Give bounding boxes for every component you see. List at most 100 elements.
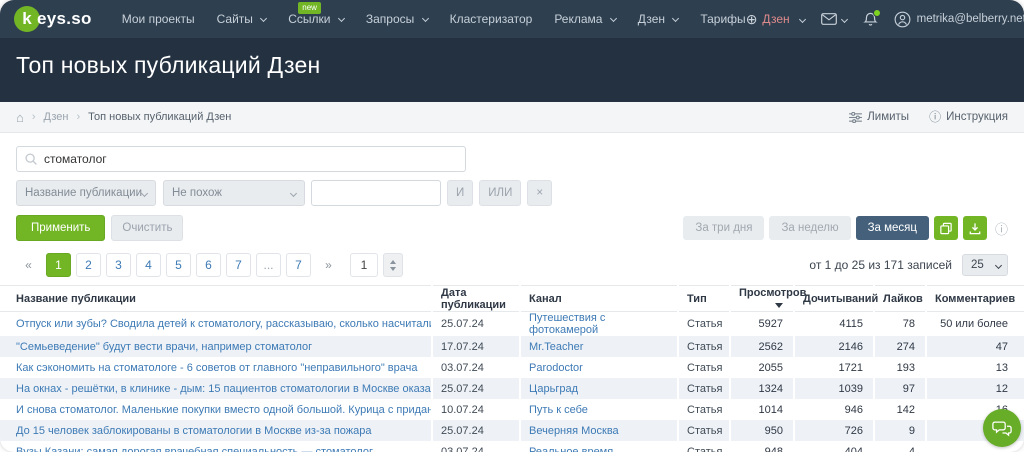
home-icon[interactable]: ⌂ bbox=[16, 110, 24, 125]
page-jump-input[interactable] bbox=[350, 253, 378, 277]
publication-link[interactable]: На окнах - решётки, в клинике - дым: 15 … bbox=[16, 383, 432, 395]
column-comments[interactable]: Комментариев bbox=[926, 286, 1024, 312]
publication-link[interactable]: "Семьеведение" будут вести врачи, наприм… bbox=[16, 341, 312, 353]
publication-date: 10.07.24 bbox=[432, 399, 520, 420]
publication-date: 03.07.24 bbox=[432, 357, 520, 378]
table-row: Отпуск или зубы? Сводила детей к стомато… bbox=[0, 312, 1024, 337]
likes-value: 193 bbox=[874, 357, 926, 378]
menu-item[interactable]: Дзен bbox=[638, 12, 679, 26]
filter-condition-select[interactable]: Не похож bbox=[163, 180, 305, 206]
page-button[interactable]: 7 bbox=[226, 253, 251, 277]
channel-link[interactable]: Путь к себе bbox=[529, 404, 588, 416]
records-summary: от 1 до 25 из 171 записей bbox=[809, 258, 952, 272]
chat-button[interactable] bbox=[983, 409, 1021, 447]
likes-value: 4 bbox=[874, 441, 926, 452]
page-button[interactable]: 6 bbox=[196, 253, 221, 277]
views-value: 1014 bbox=[730, 399, 794, 420]
publication-link[interactable]: И снова стоматолог. Маленькие покупки вм… bbox=[16, 404, 432, 416]
publication-link[interactable]: Вузы Казани: самая дорогая врачебная спе… bbox=[16, 446, 373, 452]
clear-button[interactable]: Очистить bbox=[111, 215, 183, 241]
logo[interactable]: k eys.so bbox=[14, 6, 92, 32]
publication-link[interactable]: Как сэкономить на стоматологе - 6 совето… bbox=[16, 362, 417, 374]
column-views[interactable]: Просмотров bbox=[730, 286, 794, 312]
views-value: 5927 bbox=[730, 312, 794, 337]
chevron-down-icon bbox=[610, 15, 617, 22]
and-button[interactable]: И bbox=[447, 180, 473, 206]
page-button[interactable]: 7 bbox=[286, 253, 311, 277]
publication-link[interactable]: Отпуск или зубы? Сводила детей к стомато… bbox=[16, 318, 432, 330]
download-button[interactable] bbox=[963, 216, 987, 240]
menu-item[interactable]: Запросы bbox=[366, 12, 428, 26]
mail-menu-button[interactable] bbox=[821, 13, 847, 25]
comments-value: 50 или более bbox=[926, 312, 1024, 337]
reads-value: 404 bbox=[794, 441, 874, 452]
filter-field-value: Название публикации bbox=[25, 187, 142, 199]
page-title: Топ новых публикаций Дзен bbox=[16, 52, 1008, 79]
user-icon bbox=[894, 11, 911, 28]
page-button[interactable]: ... bbox=[256, 253, 281, 277]
account-menu[interactable]: metrika@belberry.net bbox=[894, 11, 1024, 28]
views-value: 950 bbox=[730, 420, 794, 441]
channel-link[interactable]: Mr.Teacher bbox=[529, 341, 583, 353]
menu-item[interactable]: new Ссылки bbox=[288, 12, 344, 26]
stepper-up-icon[interactable] bbox=[390, 260, 396, 264]
limits-link[interactable]: Лимиты bbox=[849, 111, 909, 123]
breadcrumb-dzen[interactable]: Дзен bbox=[44, 111, 69, 123]
page-button[interactable]: 2 bbox=[76, 253, 101, 277]
channel-link[interactable]: Путешествия с фотокамерой bbox=[529, 312, 605, 336]
publication-type: Статья bbox=[678, 378, 730, 399]
per-page-select[interactable]: 25 bbox=[962, 254, 1008, 276]
breadcrumb: ⌂ › Дзен › Топ новых публикаций Дзен bbox=[16, 110, 231, 125]
remove-filter-button[interactable]: × bbox=[527, 180, 552, 206]
info-icon[interactable]: ⓘ bbox=[995, 219, 1008, 238]
menu-item-label: Сайты bbox=[217, 12, 253, 26]
notifications-button[interactable] bbox=[863, 12, 878, 27]
search-input[interactable] bbox=[16, 146, 466, 172]
channel-link[interactable]: Реальное время bbox=[529, 446, 613, 452]
period-button[interactable]: За месяц bbox=[856, 216, 929, 240]
instruction-link[interactable]: ⓘ Инструкция bbox=[929, 111, 1008, 123]
channel-link[interactable]: Вечерняя Москва bbox=[529, 425, 619, 437]
menu-item[interactable]: Кластеризатор bbox=[450, 12, 533, 26]
column-date[interactable]: Дата публикации bbox=[432, 286, 520, 312]
copy-button[interactable] bbox=[934, 216, 958, 240]
breadcrumb-separator: › bbox=[32, 111, 36, 123]
column-title[interactable]: Название публикации bbox=[0, 286, 432, 312]
logo-text: eys.so bbox=[37, 9, 92, 29]
likes-value: 142 bbox=[874, 399, 926, 420]
or-button[interactable]: ИЛИ bbox=[479, 180, 521, 206]
filter-field-select[interactable]: Название публикации bbox=[16, 180, 156, 206]
menu-item[interactable]: Сайты bbox=[217, 12, 267, 26]
search-icon bbox=[24, 152, 38, 166]
page-button[interactable]: 5 bbox=[166, 253, 191, 277]
filter-value-input[interactable] bbox=[311, 180, 441, 206]
stepper-down-icon[interactable] bbox=[390, 267, 396, 271]
comments-value: 47 bbox=[926, 336, 1024, 357]
channel-link[interactable]: Parodoctor bbox=[529, 362, 583, 374]
project-selector[interactable]: ⊕ Дзен bbox=[746, 12, 805, 26]
page-button[interactable]: 4 bbox=[136, 253, 161, 277]
column-likes[interactable]: Лайков bbox=[874, 286, 926, 312]
menu-item[interactable]: Мои проекты bbox=[122, 12, 195, 26]
page-button[interactable]: 1 bbox=[46, 253, 71, 277]
period-button[interactable]: За три дня bbox=[683, 216, 764, 240]
column-channel[interactable]: Канал bbox=[520, 286, 678, 312]
page-stepper[interactable] bbox=[383, 253, 403, 277]
table-header-row: Название публикации Дата публикации Кана… bbox=[0, 286, 1024, 312]
column-type[interactable]: Тип bbox=[678, 286, 730, 312]
publication-link[interactable]: До 15 человек заблокированы в стоматолог… bbox=[16, 425, 372, 437]
channel-link[interactable]: Царьград bbox=[529, 383, 578, 395]
page-button[interactable]: » bbox=[316, 253, 341, 277]
menu-item[interactable]: Реклама bbox=[554, 12, 615, 26]
period-button[interactable]: За неделю bbox=[769, 216, 850, 240]
filter-row: Название публикации Не похож И ИЛИ × bbox=[16, 180, 1008, 206]
chevron-down-icon bbox=[338, 15, 345, 22]
download-icon bbox=[969, 222, 981, 235]
apply-button[interactable]: Применить bbox=[16, 215, 105, 241]
reads-value: 4115 bbox=[794, 312, 874, 337]
account-email: metrika@belberry.net bbox=[917, 13, 1024, 25]
page-button[interactable]: 3 bbox=[106, 253, 131, 277]
menu-item[interactable]: Тарифы bbox=[700, 12, 745, 26]
page-button[interactable]: « bbox=[16, 253, 41, 277]
filter-actions: Применить Очистить За три дня За неделю … bbox=[16, 215, 1008, 241]
